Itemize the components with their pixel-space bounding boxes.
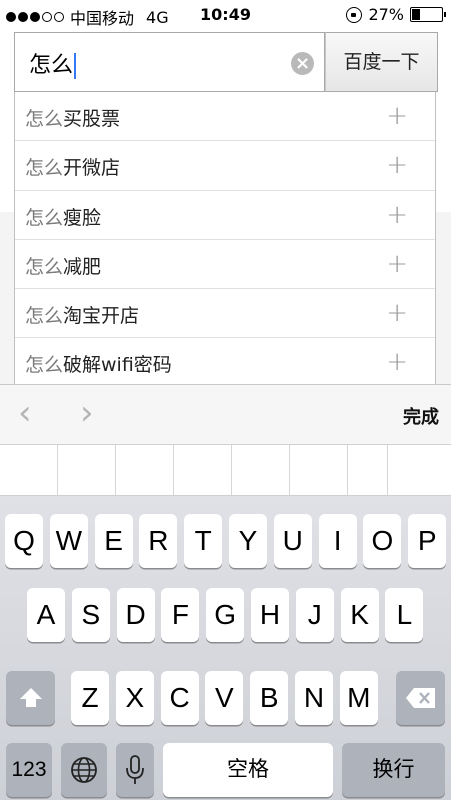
add-to-query-icon[interactable]: + [386,202,408,228]
suggestion-prefix: 怎么 [25,108,64,130]
backspace-icon [396,687,445,709]
candidate-slot[interactable] [290,445,348,495]
suggestion-text: 减肥 [63,255,102,278]
candidate-slot[interactable] [232,445,290,495]
suggestion-text: 淘宝开店 [63,305,140,328]
search-submit-button[interactable]: 百度一下 [325,32,438,92]
suggestion-item[interactable]: 怎么开微店 + [15,141,435,191]
battery-icon [410,7,446,22]
input-accessory-bar: ‹ › 完成 [0,384,451,444]
shift-icon [6,685,55,711]
suggestion-prefix: 怎么 [25,354,64,377]
suggestion-text: 瘦脸 [63,206,102,229]
next-field-icon[interactable]: › [80,395,94,431]
key-o[interactable]: O [363,514,402,568]
dictation-key[interactable] [116,743,154,797]
key-y[interactable]: Y [229,514,267,568]
space-key[interactable]: 空格 [163,743,333,797]
globe-icon [61,756,107,784]
key-j[interactable]: J [295,588,334,642]
suggestion-item[interactable]: 怎么减肥 + [15,240,435,290]
done-button[interactable]: 完成 [403,403,439,429]
add-to-query-icon[interactable]: + [386,349,408,375]
previous-field-icon[interactable]: ‹ [18,395,32,431]
candidate-slot[interactable] [58,445,116,495]
suggestion-prefix: 怎么 [25,255,64,278]
key-c[interactable]: C [160,671,199,725]
suggestion-text: 破解wifi密码 [63,354,172,377]
key-z[interactable]: Z [71,671,109,725]
status-bar: 中国移动 4G 10:49 27% [0,0,451,30]
microphone-icon [116,755,154,785]
keyboard: 123 空格 换行 QWERTYUIOP ASDFGHJKL ZXCVBNM [0,496,451,800]
key-e[interactable]: E [94,514,133,568]
key-h[interactable]: H [251,588,289,642]
key-w[interactable]: W [49,514,88,568]
search-input[interactable]: 怎么 × [14,32,325,92]
key-k[interactable]: K [340,588,379,642]
search-query: 怎么 [29,53,74,78]
numbers-key[interactable]: 123 [6,743,52,797]
key-x[interactable]: X [115,671,154,725]
add-to-query-icon[interactable]: + [386,251,408,277]
key-d[interactable]: D [116,588,155,642]
candidate-slot[interactable] [174,445,232,495]
candidate-slot[interactable] [348,445,388,495]
globe-key[interactable] [61,743,107,797]
key-q[interactable]: Q [5,514,43,568]
key-b[interactable]: B [250,671,289,725]
key-m[interactable]: M [339,671,378,725]
suggestion-item[interactable]: 怎么买股票 + [15,92,435,142]
suggestion-prefix: 怎么 [25,305,64,328]
delete-key[interactable] [396,671,445,725]
key-f[interactable]: F [161,588,200,642]
add-to-query-icon[interactable]: + [386,300,408,326]
add-to-query-icon[interactable]: + [386,103,408,129]
key-a[interactable]: A [27,588,65,642]
search-bar: 怎么 × 百度一下 [14,32,438,92]
rotation-lock-icon [346,6,363,23]
suggestion-text: 开微店 [63,157,121,180]
key-p[interactable]: P [408,514,447,568]
suggestion-prefix: 怎么 [25,157,64,180]
key-i[interactable]: I [318,514,357,568]
candidate-slot[interactable] [0,445,58,495]
key-g[interactable]: G [206,588,245,642]
key-t[interactable]: T [184,514,223,568]
add-to-query-icon[interactable]: + [386,152,408,178]
battery-percent: 27% [368,5,404,24]
suggestion-text: 买股票 [63,108,121,130]
key-s[interactable]: S [71,588,110,642]
clear-icon[interactable]: × [291,52,314,75]
key-u[interactable]: U [273,514,312,568]
suggestion-item[interactable]: 怎么瘦脸 + [15,191,435,240]
key-r[interactable]: R [139,514,178,568]
suggestion-list: 怎么买股票 + 怎么开微店 + 怎么瘦脸 + 怎么减肥 + 怎么淘宝开店 + 怎… [14,92,436,384]
status-right: 27% [346,5,446,24]
text-caret [74,53,76,79]
candidate-slot[interactable] [116,445,174,495]
candidate-slot[interactable] [388,445,451,495]
shift-key[interactable] [6,671,55,725]
return-key[interactable]: 换行 [342,743,445,797]
suggestion-item[interactable]: 怎么淘宝开店 + [15,289,435,339]
suggestion-item[interactable]: 怎么破解wifi密码 + [15,338,435,384]
key-l[interactable]: L [385,588,424,642]
suggestion-prefix: 怎么 [25,206,64,229]
key-v[interactable]: V [205,671,244,725]
candidate-bar [0,444,451,496]
key-n[interactable]: N [295,671,333,725]
